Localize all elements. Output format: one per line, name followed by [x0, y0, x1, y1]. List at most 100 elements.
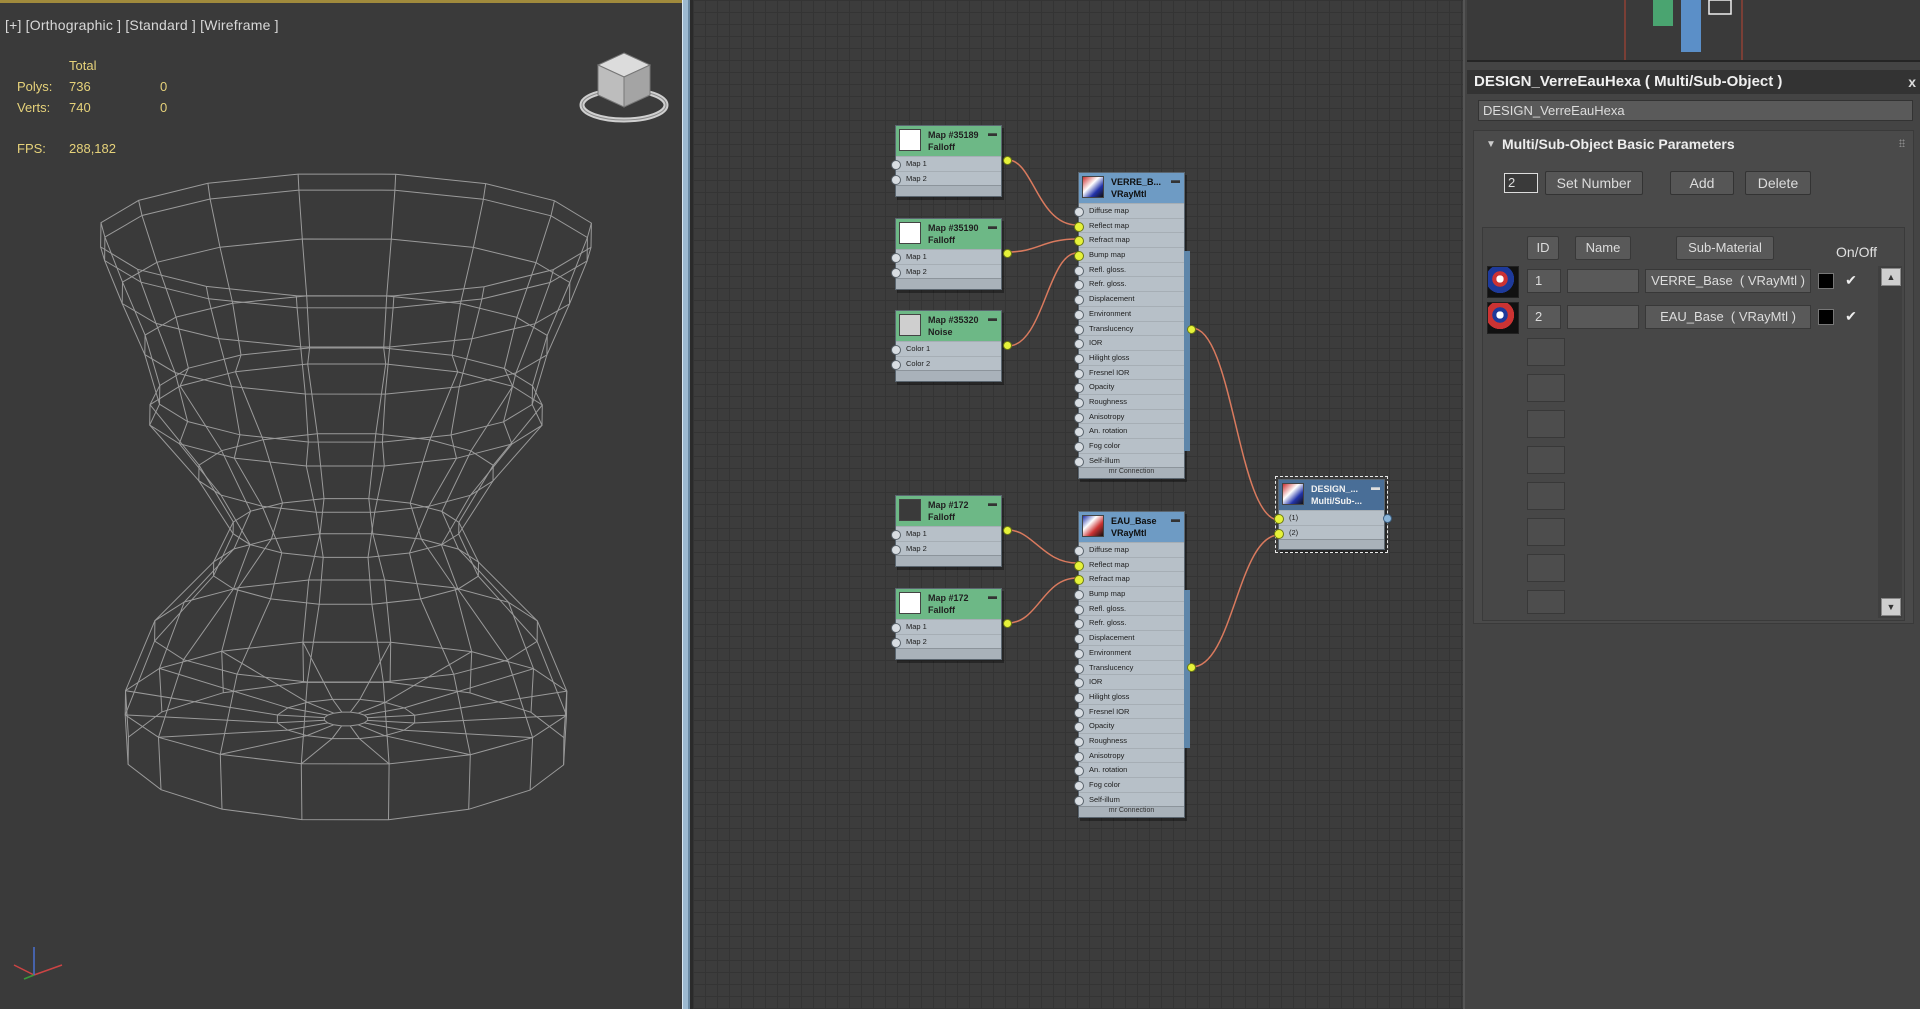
output-socket[interactable]	[1003, 341, 1012, 350]
viewcube-icon[interactable]	[578, 49, 670, 133]
viewport-orthographic[interactable]: [+] [Orthographic ] [Standard ] [Wirefra…	[0, 0, 682, 1009]
mr-connection-row[interactable]: mr Connection	[1079, 467, 1184, 479]
input-socket[interactable]: Map 1	[891, 526, 1001, 541]
sub-color-swatch[interactable]	[1818, 309, 1834, 325]
minimize-icon[interactable]: ▬	[988, 312, 997, 324]
number-input[interactable]: 2	[1504, 173, 1538, 193]
node-multi-sub-object[interactable]: DESIGN_... Multi/Sub-... ▬ (1) (2)	[1274, 475, 1392, 554]
input-socket[interactable]: Bump map	[1074, 586, 1184, 601]
node-map-172-a[interactable]: Map #172 Falloff ▬ Map 1 Map 2	[891, 495, 1012, 568]
scroll-down-icon[interactable]: ▼	[1881, 598, 1901, 616]
navigator-strip[interactable]	[1467, 0, 1920, 62]
input-socket[interactable]: Environment	[1074, 644, 1184, 660]
close-icon[interactable]: x	[1908, 70, 1916, 94]
sub-id-field[interactable]: 1	[1527, 269, 1561, 293]
sub-name-field[interactable]	[1567, 305, 1639, 329]
list-scrollbar[interactable]	[1878, 266, 1902, 618]
input-socket[interactable]: Fresnel IOR	[1074, 703, 1184, 719]
onoff-checkbox[interactable]: ✔	[1843, 271, 1859, 289]
material-name-field[interactable]: DESIGN_VerreEauHexa	[1478, 100, 1913, 121]
input-socket[interactable]: Refl. gloss.	[1074, 261, 1184, 277]
input-socket[interactable]: Translucency	[1074, 320, 1184, 336]
input-socket[interactable]: Opacity	[1074, 379, 1184, 394]
output-socket[interactable]	[1003, 526, 1012, 535]
input-socket[interactable]: Map 1	[891, 619, 1001, 634]
input-socket[interactable]: Self-illum	[1074, 791, 1184, 807]
input-socket[interactable]: Anisotropy	[1074, 747, 1184, 763]
node-map-172-b[interactable]: Map #172 Falloff ▬ Map 1 Map 2	[891, 588, 1012, 661]
node-graph-view[interactable]: Map #35189 Falloff ▬ Map 1 Map 2 Map #3519…	[693, 0, 1463, 1009]
sub-color-swatch[interactable]	[1818, 273, 1834, 289]
output-socket[interactable]	[1003, 619, 1012, 628]
input-socket[interactable]: Displacement	[1074, 291, 1184, 306]
input-socket[interactable]: Fog color	[1074, 438, 1184, 453]
input-socket[interactable]: Environment	[1074, 305, 1184, 321]
minimize-icon[interactable]: ▬	[1171, 174, 1180, 186]
node-map-35189[interactable]: Map #35189 Falloff ▬ Map 1 Map 2	[891, 125, 1012, 198]
mr-connection-row[interactable]: mr Connection	[1079, 806, 1184, 818]
input-socket[interactable]: Map 2	[891, 633, 1001, 649]
input-socket[interactable]: Refr. gloss.	[1074, 276, 1184, 291]
input-socket[interactable]: Color 2	[891, 355, 1001, 371]
node-map-35320[interactable]: Map #35320 Noise ▬ Color 1 Color 2	[891, 310, 1012, 383]
node-vraymtl-eau[interactable]: EAU_Base VRayMtl ▬ Diffuse map Reflect map R…	[1074, 511, 1196, 819]
input-socket-2[interactable]: (2)	[1274, 524, 1384, 540]
minimize-icon[interactable]: ▬	[988, 220, 997, 232]
input-socket[interactable]: Displacement	[1074, 630, 1184, 645]
input-socket[interactable]: Refr. gloss.	[1074, 615, 1184, 630]
input-socket[interactable]: An. rotation	[1074, 762, 1184, 777]
input-socket[interactable]: Refract map	[1074, 232, 1184, 247]
input-socket[interactable]: IOR	[1074, 674, 1184, 689]
input-socket[interactable]: IOR	[1074, 335, 1184, 350]
sub-material-row-2[interactable]: 2 EAU_Base ( VRayMtl ) ✔	[1483, 302, 1883, 334]
output-socket[interactable]	[1003, 249, 1012, 258]
input-socket[interactable]: Hilight gloss	[1074, 688, 1184, 704]
input-socket[interactable]: Reflect map	[1074, 217, 1184, 233]
input-socket[interactable]: Diffuse map	[1074, 203, 1184, 218]
input-socket[interactable]: Color 1	[891, 341, 1001, 356]
sub-material-row-1[interactable]: 1 VERRE_Base ( VRayMtl ) ✔	[1483, 266, 1883, 298]
set-number-button[interactable]: Set Number	[1545, 171, 1643, 195]
sort-submaterial-button[interactable]: Sub-Material	[1676, 236, 1774, 260]
input-socket-1[interactable]: (1)	[1274, 510, 1384, 525]
output-socket[interactable]	[1003, 156, 1012, 165]
rollout-title[interactable]: Multi/Sub-Object Basic Parameters	[1502, 136, 1735, 152]
input-socket[interactable]: Hilight gloss	[1074, 349, 1184, 365]
input-socket[interactable]: Opacity	[1074, 718, 1184, 733]
input-socket[interactable]: Map 1	[891, 249, 1001, 264]
input-socket[interactable]: Reflect map	[1074, 556, 1184, 572]
delete-button[interactable]: Delete	[1745, 171, 1811, 195]
sort-name-button[interactable]: Name	[1575, 236, 1631, 260]
output-socket[interactable]	[1187, 663, 1196, 672]
input-socket[interactable]: Map 2	[891, 540, 1001, 556]
input-socket[interactable]: Map 1	[891, 156, 1001, 171]
viewport-label[interactable]: [+] [Orthographic ] [Standard ] [Wirefra…	[5, 17, 279, 33]
minimize-icon[interactable]: ▬	[988, 497, 997, 509]
onoff-checkbox[interactable]: ✔	[1843, 307, 1859, 325]
node-vraymtl-verre[interactable]: VERRE_B... VRayMtl ▬ Diffuse map Reflect ma…	[1074, 172, 1196, 480]
input-socket[interactable]: Refract map	[1074, 571, 1184, 586]
sort-id-button[interactable]: ID	[1527, 236, 1559, 260]
viewport-splitter[interactable]	[682, 0, 690, 1009]
minimize-icon[interactable]: ▬	[988, 127, 997, 139]
input-socket[interactable]: An. rotation	[1074, 423, 1184, 438]
output-socket[interactable]	[1187, 325, 1196, 334]
input-socket[interactable]: Bump map	[1074, 247, 1184, 262]
sub-material-button[interactable]: EAU_Base ( VRayMtl )	[1645, 305, 1811, 329]
scroll-up-icon[interactable]: ▲	[1881, 268, 1901, 286]
minimize-icon[interactable]: ▬	[1371, 481, 1380, 493]
input-socket[interactable]: Fog color	[1074, 777, 1184, 792]
input-socket[interactable]: Roughness	[1074, 732, 1184, 748]
sub-material-button[interactable]: VERRE_Base ( VRayMtl )	[1645, 269, 1811, 293]
minimize-icon[interactable]: ▬	[1171, 513, 1180, 525]
input-socket[interactable]: Anisotropy	[1074, 408, 1184, 424]
node-map-35190[interactable]: Map #35190 Falloff ▬ Map 1 Map 2	[891, 218, 1012, 291]
sub-id-field[interactable]: 2	[1527, 305, 1561, 329]
input-socket[interactable]: Translucency	[1074, 659, 1184, 675]
collapse-triangle-icon[interactable]: ▼	[1486, 139, 1496, 150]
grip-icon[interactable]	[1899, 139, 1905, 147]
input-socket[interactable]: Fresnel IOR	[1074, 364, 1184, 380]
input-socket[interactable]: Roughness	[1074, 393, 1184, 409]
input-socket[interactable]: Diffuse map	[1074, 542, 1184, 557]
input-socket[interactable]: Self-illum	[1074, 452, 1184, 468]
